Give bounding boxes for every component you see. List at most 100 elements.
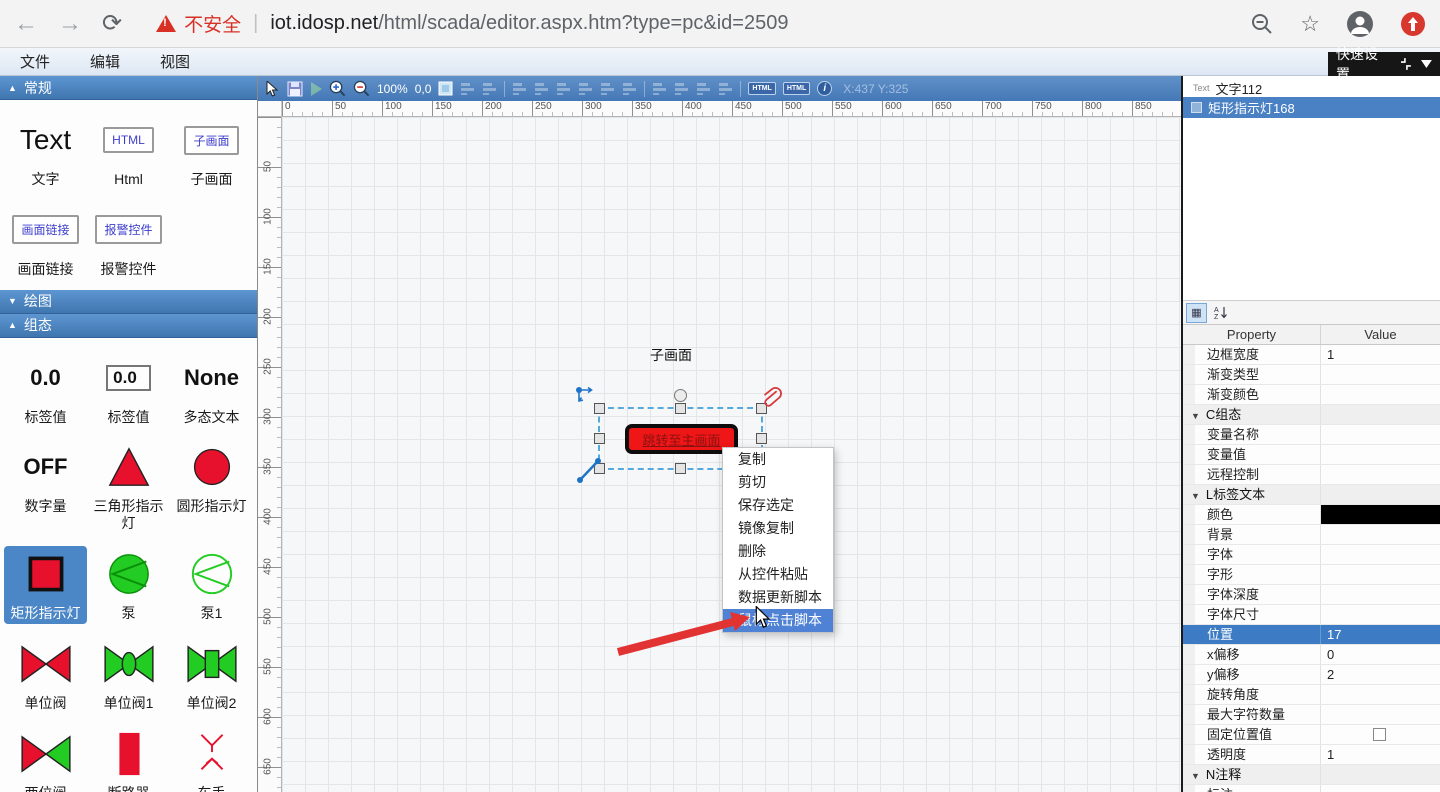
profile-avatar-icon[interactable] [1346,10,1374,38]
context-menu-item[interactable]: 删除 [723,540,833,563]
property-row[interactable]: 最大字符数量 [1183,705,1440,725]
property-row[interactable]: ▼L标签文本 [1183,485,1440,505]
palette-item[interactable]: None多态文本 [170,350,253,428]
property-row[interactable]: 背景 [1183,525,1440,545]
property-value[interactable] [1321,785,1440,792]
menu-item[interactable]: 编辑 [70,51,140,72]
property-row[interactable]: 远程控制 [1183,465,1440,485]
zoom-in-icon[interactable] [329,80,346,97]
forward-icon[interactable]: → [58,12,82,36]
line-draw-handle-icon[interactable] [575,457,603,485]
property-value[interactable] [1321,545,1440,564]
subpanel-label[interactable]: 子画面 [650,345,692,365]
palette-item[interactable]: 圆形指示灯 [170,439,253,534]
property-value[interactable] [1321,505,1440,524]
palette-item[interactable]: 子画面子画面 [170,112,253,190]
palette-item[interactable]: 画面链接画面链接 [4,202,87,280]
property-row[interactable]: 字体尺寸 [1183,605,1440,625]
resize-handle-e[interactable] [756,433,767,444]
property-row[interactable]: 字体 [1183,545,1440,565]
object-list-item[interactable]: 矩形指示灯168 [1183,97,1440,118]
palette-item[interactable]: Text文字 [4,112,87,190]
menu-item[interactable]: 视图 [140,51,210,72]
property-value[interactable] [1321,385,1440,404]
property-value[interactable] [1321,685,1440,704]
info-icon[interactable]: i [817,81,832,96]
property-row[interactable]: ▼C组态 [1183,405,1440,425]
reload-icon[interactable]: ⟳ [102,12,122,36]
update-browser-icon[interactable] [1400,11,1426,37]
property-value[interactable]: 1 [1321,345,1440,364]
checkbox[interactable] [1373,728,1386,741]
property-value[interactable]: 0 [1321,645,1440,664]
zoom-out-page-icon[interactable] [1250,12,1274,36]
property-value[interactable] [1321,725,1440,744]
property-row[interactable]: 边框宽度1 [1183,345,1440,365]
palette-item[interactable]: HTMLHtml [87,112,170,190]
address-bar[interactable]: iot.idosp.net/html/scada/editor.aspx.htm… [270,12,788,35]
property-row[interactable]: 字体深度 [1183,585,1440,605]
html-preview-icon[interactable]: HTML [783,82,810,95]
palette-section-header[interactable]: ▼绘图 [0,290,257,314]
property-row[interactable]: 位置17 [1183,625,1440,645]
resize-handle-s[interactable] [675,463,686,474]
property-row[interactable]: 渐变类型 [1183,365,1440,385]
property-row[interactable]: ▼N注释 [1183,765,1440,785]
context-menu-item[interactable]: 保存选定 [723,494,833,517]
palette-item[interactable]: 0.0标签值 [87,350,170,428]
property-row[interactable]: y偏移2 [1183,665,1440,685]
context-menu-item[interactable]: 复制 [723,448,833,471]
palette-item[interactable]: 单位阀 [4,636,87,714]
security-warning-label[interactable]: 不安全 [184,10,241,37]
property-value[interactable] [1321,365,1440,384]
palette-item[interactable]: 报警控件报警控件 [87,202,170,280]
property-value[interactable]: 17 [1321,625,1440,644]
palette-item[interactable]: 矩形指示灯 [4,546,87,624]
palette-item[interactable]: 0.0标签值 [4,350,87,428]
property-value[interactable] [1321,705,1440,724]
context-menu-item[interactable]: 剪切 [723,471,833,494]
context-menu-item[interactable]: 镜像复制 [723,517,833,540]
object-list-item[interactable]: Text文字112 [1183,79,1440,97]
palette-item[interactable]: 断路器 [87,726,170,792]
property-value[interactable] [1321,525,1440,544]
property-row[interactable]: 字形 [1183,565,1440,585]
context-menu-item[interactable]: 从控件粘贴 [723,563,833,586]
palette-item[interactable]: 车手 [170,726,253,792]
property-value[interactable] [1321,425,1440,444]
select-cursor-icon[interactable] [266,81,280,97]
property-value[interactable] [1321,465,1440,484]
property-value[interactable] [1321,585,1440,604]
palette-item[interactable]: 泵1 [170,546,253,624]
palette-item[interactable]: 泵 [87,546,170,624]
context-menu-item[interactable]: 数据更新脚本 [723,586,833,609]
palette-item[interactable]: 单位阀2 [170,636,253,714]
property-value[interactable] [1321,405,1440,424]
sort-alpha-button[interactable]: AZ [1210,303,1231,323]
color-swatch[interactable] [1321,505,1440,524]
design-canvas[interactable]: 子画面 跳转至主画面 复制剪切保存选定 [282,117,1181,792]
palette-item[interactable]: 三角形指示灯 [87,439,170,534]
resize-handle-n[interactable] [675,403,686,414]
property-row[interactable]: 渐变颜色 [1183,385,1440,405]
property-row[interactable]: x偏移0 [1183,645,1440,665]
palette-item[interactable]: OFF数字量 [4,439,87,534]
collapse-icon[interactable] [1399,57,1413,71]
property-row[interactable]: 透明度1 [1183,745,1440,765]
property-value[interactable] [1321,565,1440,584]
context-menu-item[interactable]: 鼠标点击脚本 [723,609,833,632]
menu-item[interactable]: 文件 [0,51,70,72]
paperclip-icon[interactable] [759,386,783,412]
property-value[interactable] [1321,765,1440,784]
security-warning-icon[interactable] [156,15,176,32]
palette-section-header[interactable]: ▲常规 [0,76,257,100]
property-row[interactable]: 标注 [1183,785,1440,792]
save-icon[interactable] [287,81,303,97]
chevron-down-icon[interactable] [1421,60,1432,68]
rotate-handle[interactable] [674,389,687,402]
resize-handle-w[interactable] [594,433,605,444]
property-row[interactable]: 固定位置值 [1183,725,1440,745]
back-icon[interactable]: ← [14,12,38,36]
property-row[interactable]: 变量值 [1183,445,1440,465]
property-row[interactable]: 旋转角度 [1183,685,1440,705]
